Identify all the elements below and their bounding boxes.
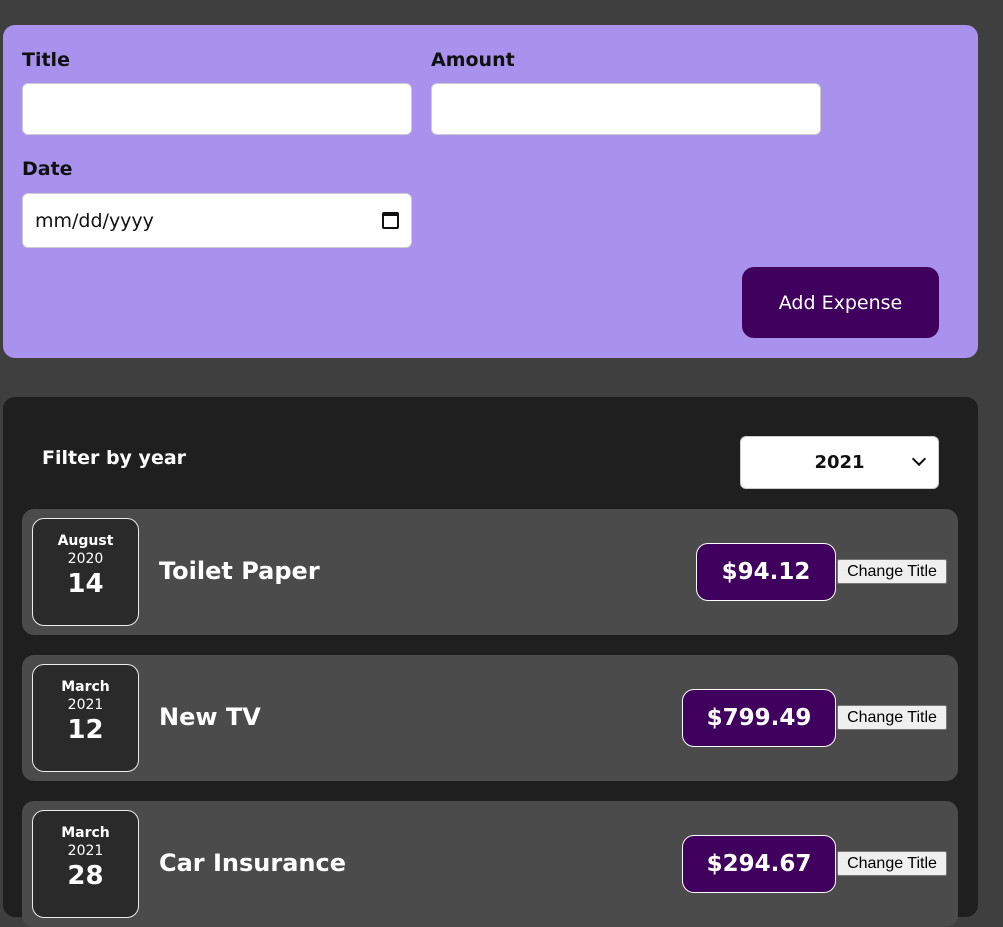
new-expense-form: Title Amount Date mm/dd/yyyy Add Expense [3, 25, 978, 358]
expense-item: March 2021 12 New TV $799.49 Change Titl… [22, 655, 958, 781]
expense-month: March [61, 679, 110, 695]
expense-year: 2021 [67, 697, 104, 713]
date-placeholder: mm/dd/yyyy [35, 209, 154, 232]
change-title-button[interactable]: Change Title [837, 705, 947, 730]
expense-day: 14 [67, 569, 104, 599]
expense-title: New TV [159, 703, 261, 731]
calendar-icon[interactable] [382, 212, 399, 229]
expense-date: March 2021 12 [32, 664, 139, 772]
expense-item: March 2021 28 Car Insurance $294.67 Chan… [22, 801, 958, 927]
expense-month: August [57, 533, 114, 549]
amount-label: Amount [431, 49, 515, 71]
expense-year: 2020 [67, 551, 104, 567]
expense-year: 2021 [67, 843, 104, 859]
expense-item: August 2020 14 Toilet Paper $94.12 Chang… [22, 509, 958, 635]
expense-day: 28 [67, 861, 104, 891]
title-input[interactable] [22, 83, 412, 135]
date-label: Date [22, 158, 73, 180]
expense-day: 12 [67, 715, 104, 745]
expense-month: March [61, 825, 110, 841]
expenses-list-card: Filter by year 2021 August 2020 14 Toile… [3, 397, 978, 927]
expense-title: Car Insurance [159, 849, 347, 877]
expense-title: Toilet Paper [159, 557, 320, 585]
expense-amount: $294.67 [682, 835, 836, 893]
expense-date: August 2020 14 [32, 518, 139, 626]
expense-date: March 2021 28 [32, 810, 139, 918]
add-expense-button[interactable]: Add Expense [742, 267, 939, 338]
year-filter-select[interactable]: 2021 [740, 436, 939, 489]
chevron-down-icon [911, 451, 927, 467]
title-label: Title [22, 49, 70, 71]
date-input[interactable]: mm/dd/yyyy [22, 193, 412, 248]
year-filter-value: 2021 [814, 452, 865, 473]
amount-input[interactable] [431, 83, 821, 135]
expense-amount: $94.12 [696, 543, 836, 601]
filter-label: Filter by year [42, 447, 187, 469]
change-title-button[interactable]: Change Title [837, 559, 947, 584]
expense-amount: $799.49 [682, 689, 836, 747]
change-title-button[interactable]: Change Title [837, 851, 947, 876]
